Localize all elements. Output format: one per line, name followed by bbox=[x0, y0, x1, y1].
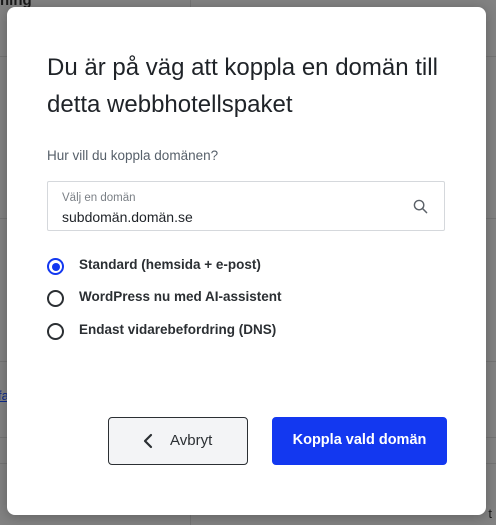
domain-select-field[interactable]: Välj en domän subdomän.domän.se bbox=[47, 181, 445, 231]
cancel-button[interactable]: Avbryt bbox=[108, 417, 248, 465]
background-corner-text: t bbox=[488, 506, 492, 521]
search-icon[interactable] bbox=[413, 199, 428, 214]
option-standard-label: Standard (hemsida + e-post) bbox=[79, 257, 261, 272]
radio-button[interactable] bbox=[47, 323, 64, 340]
dialog-title: Du är på väg att koppla en domän till de… bbox=[47, 54, 438, 118]
connect-button-label: Koppla vald domän bbox=[292, 432, 427, 448]
connect-question: Hur vill du koppla domänen? bbox=[47, 148, 219, 163]
connect-domain-dialog: Du är på väg att koppla en domän till de… bbox=[7, 7, 486, 515]
cancel-button-label: Avbryt bbox=[170, 432, 213, 449]
domain-field-label: Välj en domän bbox=[62, 192, 136, 204]
option-standard[interactable]: Standard (hemsida + e-post) bbox=[47, 257, 367, 275]
option-wordpress-label: WordPress nu med AI-assistent bbox=[79, 289, 282, 304]
option-dns-forwarding-label: Endast vidarebefordring (DNS) bbox=[79, 322, 277, 337]
radio-button[interactable] bbox=[47, 290, 64, 307]
radio-button-selected[interactable] bbox=[47, 258, 64, 275]
option-dns-forwarding[interactable]: Endast vidarebefordring (DNS) bbox=[47, 322, 367, 340]
domain-field-value: subdomän.domän.se bbox=[62, 209, 193, 225]
connect-selected-domain-button[interactable]: Koppla vald domän bbox=[272, 417, 447, 465]
option-wordpress[interactable]: WordPress nu med AI-assistent bbox=[47, 289, 367, 307]
chevron-left-icon bbox=[143, 433, 153, 449]
